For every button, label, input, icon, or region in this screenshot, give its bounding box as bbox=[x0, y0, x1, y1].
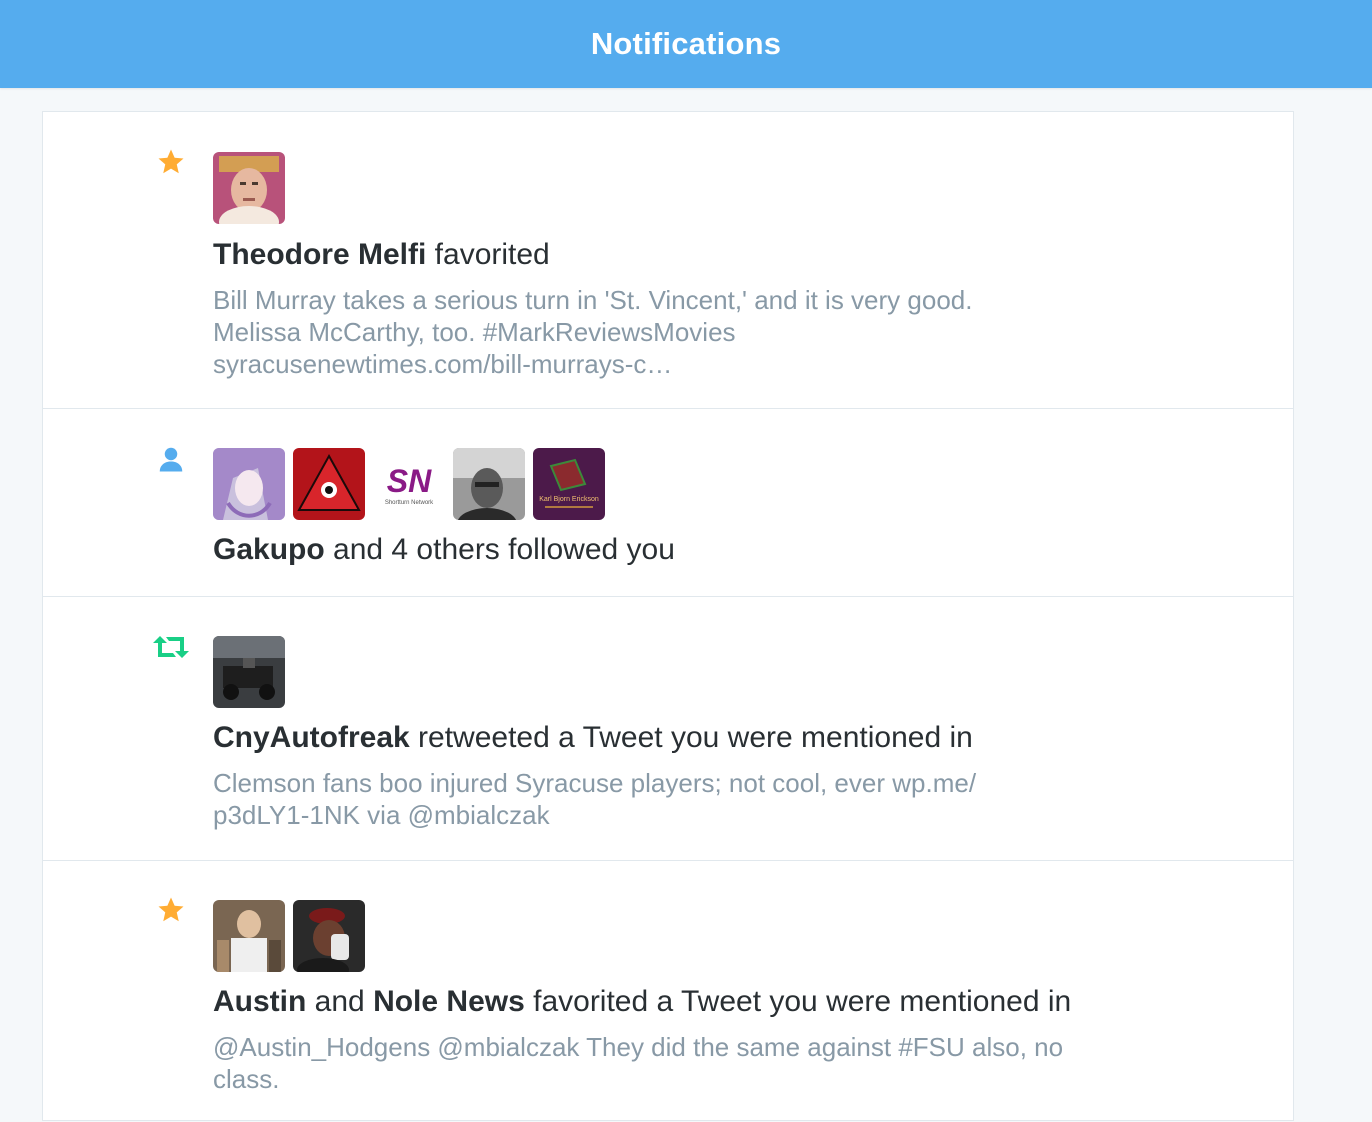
person-icon bbox=[151, 439, 191, 479]
notification-headline: CnyAutofreak retweeted a Tweet you were … bbox=[213, 721, 973, 754]
tweet-snippet[interactable]: Bill Murray takes a serious turn in 'St.… bbox=[213, 284, 1173, 380]
page-title: Notifications bbox=[590, 26, 782, 61]
avatar[interactable]: SN Shortturn Network bbox=[373, 448, 445, 520]
avatar[interactable] bbox=[213, 152, 285, 224]
star-icon bbox=[151, 142, 191, 182]
tweet-snippet[interactable]: @Austin_Hodgens @mbialczak They did the … bbox=[213, 1031, 1173, 1095]
notification-item[interactable]: Theodore Melfi favorited Bill Murray tak… bbox=[43, 112, 1293, 409]
avatar[interactable] bbox=[213, 636, 285, 708]
avatar[interactable] bbox=[293, 448, 365, 520]
actor-name[interactable]: Theodore Melfi bbox=[213, 238, 426, 271]
star-icon bbox=[151, 890, 191, 930]
avatar[interactable] bbox=[213, 900, 285, 972]
avatar[interactable] bbox=[293, 900, 365, 972]
svg-text:Shortturn Network: Shortturn Network bbox=[385, 500, 434, 506]
avatar[interactable] bbox=[213, 448, 285, 520]
retweet-icon bbox=[151, 627, 191, 667]
notification-headline: Gakupo and 4 others followed you bbox=[213, 533, 675, 566]
tweet-snippet[interactable]: Clemson fans boo injured Syracuse player… bbox=[213, 767, 1173, 831]
notification-headline: Austin and Nole News favorited a Tweet y… bbox=[213, 985, 1072, 1018]
notification-item[interactable]: CnyAutofreak retweeted a Tweet you were … bbox=[43, 597, 1293, 861]
avatar[interactable] bbox=[453, 448, 525, 520]
notification-item[interactable]: SN Shortturn Network Karl Bjorn Erickson… bbox=[43, 409, 1293, 597]
notification-headline: Theodore Melfi favorited bbox=[213, 238, 550, 271]
svg-text:Karl Bjorn Erickson: Karl Bjorn Erickson bbox=[539, 496, 599, 503]
actor-name[interactable]: Gakupo bbox=[213, 533, 325, 566]
top-bar: Notifications bbox=[0, 0, 1372, 88]
avatar[interactable]: Karl Bjorn Erickson bbox=[533, 448, 605, 520]
actor-name-2[interactable]: Nole News bbox=[373, 985, 525, 1018]
notifications-list: Theodore Melfi favorited Bill Murray tak… bbox=[42, 111, 1294, 1121]
svg-text:SN: SN bbox=[387, 463, 432, 499]
notification-item[interactable]: Austin and Nole News favorited a Tweet y… bbox=[43, 861, 1293, 1122]
actor-name[interactable]: Austin bbox=[213, 985, 306, 1018]
actor-name[interactable]: CnyAutofreak bbox=[213, 721, 410, 754]
